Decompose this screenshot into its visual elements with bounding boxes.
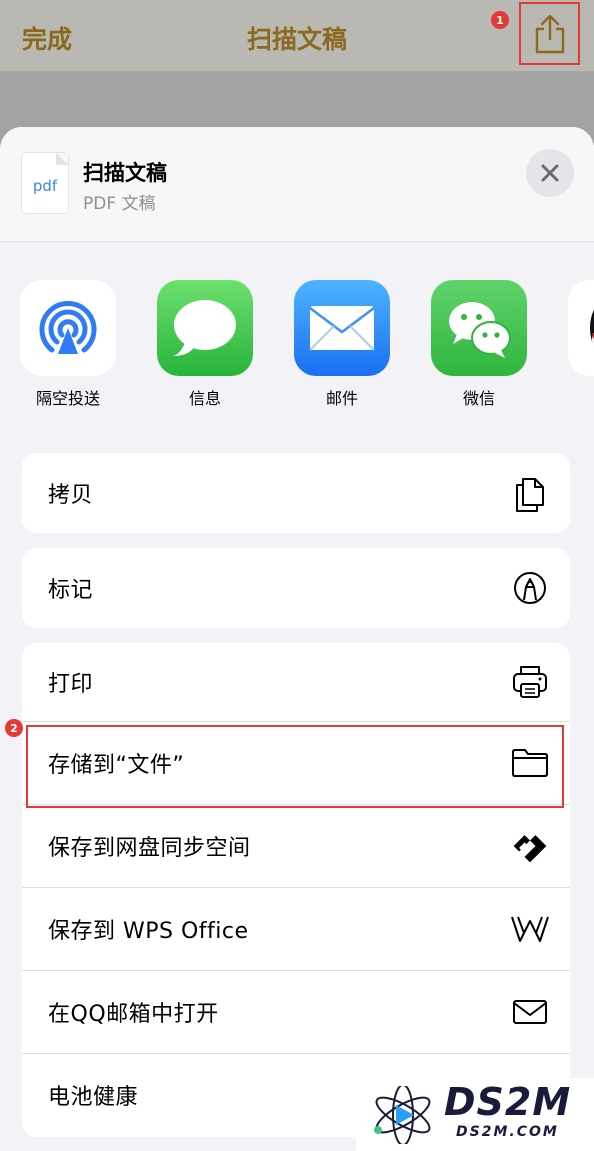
airdrop-icon: [20, 280, 116, 376]
app-label-mail: 邮件: [325, 389, 358, 408]
action-group-markup: 标记: [22, 548, 570, 628]
action-group-copy: 拷贝: [22, 453, 570, 533]
markup-label: 标记: [48, 578, 94, 603]
step-badge-1: 1: [491, 11, 509, 29]
print-label: 打印: [48, 672, 94, 697]
copy-icon: [510, 473, 550, 513]
markup-action[interactable]: 标记: [22, 548, 570, 628]
share-sheet: pdf 扫描文稿 PDF 文稿 隔空投送 信息 邮件 微信 拷贝 标记 打印 存…: [0, 127, 594, 1151]
app-airdrop[interactable]: 隔空投送: [20, 280, 116, 409]
app-label-airdrop: 隔空投送: [35, 389, 100, 408]
open-in-qq-mail-label: 在QQ邮箱中打开: [48, 1002, 219, 1027]
save-to-wps-label: 保存到 WPS Office: [48, 919, 249, 944]
app-mail[interactable]: 邮件: [294, 280, 390, 409]
close-button[interactable]: [526, 149, 574, 197]
mail-icon: [294, 280, 390, 376]
close-icon: [541, 164, 559, 182]
app-messages[interactable]: 信息: [157, 280, 253, 409]
document-title: 扫描文稿: [83, 161, 167, 185]
step-badge-2: 2: [5, 719, 23, 737]
sheet-header: pdf 扫描文稿 PDF 文稿: [0, 127, 594, 242]
folder-icon: [510, 743, 550, 783]
doc-icon-label: pdf: [32, 177, 58, 195]
navigation-bar: 完成 扫描文稿: [0, 0, 594, 72]
copy-label: 拷贝: [48, 483, 94, 508]
watermark-text: DS2M: [444, 1080, 572, 1124]
qq-icon: [568, 280, 594, 376]
copy-action[interactable]: 拷贝: [22, 453, 570, 533]
battery-health-label: 电池健康: [48, 1085, 139, 1110]
app-label-wechat: 微信: [462, 389, 495, 408]
printer-icon: [510, 662, 550, 702]
save-to-netdisk-action[interactable]: 保存到网盘同步空间: [22, 804, 570, 887]
app-wechat[interactable]: 微信: [431, 280, 527, 409]
document-subtitle: PDF 文稿: [83, 194, 156, 214]
pdf-document-icon: pdf: [22, 153, 68, 213]
messages-icon: [157, 280, 253, 376]
app-row: 隔空投送 信息 邮件 微信: [0, 280, 594, 410]
envelope-icon: [510, 992, 550, 1032]
atom-logo-icon: [374, 1086, 431, 1144]
print-action[interactable]: 打印: [22, 643, 570, 721]
save-to-wps-action[interactable]: 保存到 WPS Office: [22, 887, 570, 970]
app-qq[interactable]: [568, 280, 594, 376]
markup-pen-icon: [510, 568, 550, 608]
app-label-messages: 信息: [188, 389, 221, 408]
wps-icon: [510, 909, 550, 949]
watermark: DS2M DS2M.COM: [356, 1078, 594, 1151]
wechat-icon: [431, 280, 527, 376]
watermark-url: DS2M.COM: [456, 1124, 559, 1140]
open-in-qq-mail-action[interactable]: 在QQ邮箱中打开: [22, 970, 570, 1053]
share-icon: [535, 14, 564, 53]
save-to-files-action[interactable]: 存储到“文件”: [22, 721, 570, 804]
netdisk-sync-icon: [510, 826, 550, 866]
action-group-more: 打印 存储到“文件” 保存到网盘同步空间 保存到 WPS Office 在QQ邮…: [22, 643, 570, 1137]
save-to-files-label: 存储到“文件”: [48, 753, 185, 778]
share-button[interactable]: [519, 2, 580, 65]
save-to-netdisk-label: 保存到网盘同步空间: [48, 836, 251, 861]
